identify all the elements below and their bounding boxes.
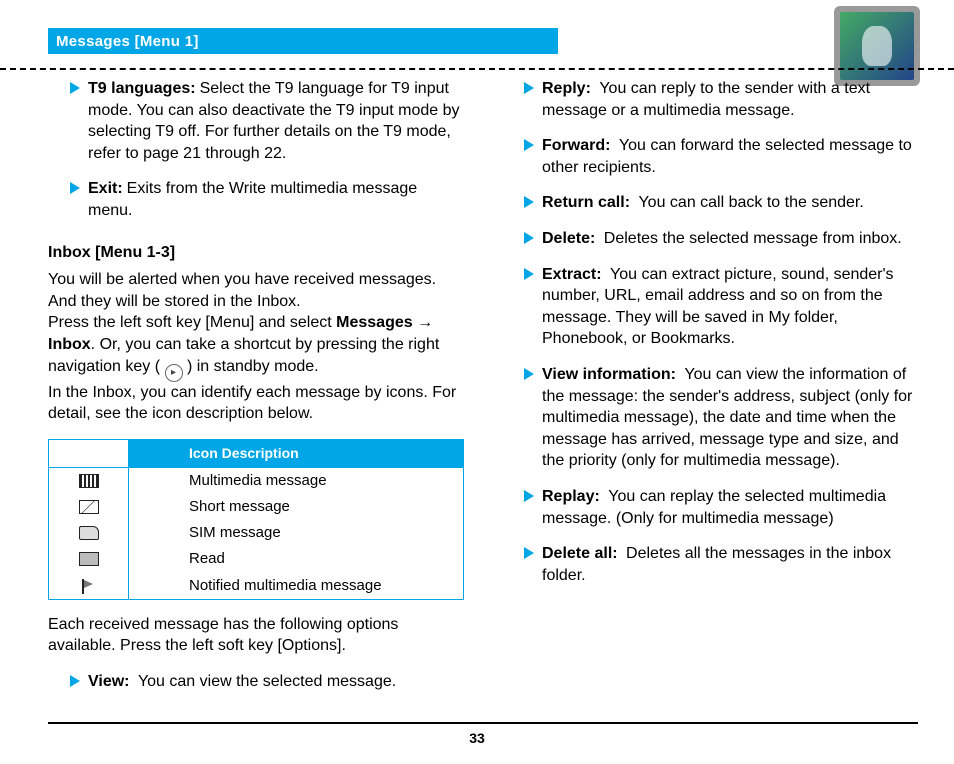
paragraph: You will be alerted when you have receiv… [48, 269, 464, 425]
bullet-icon [524, 268, 534, 280]
bullet-icon [524, 490, 534, 502]
bullet-icon [524, 368, 534, 380]
nav-right-icon: ▸ [165, 364, 183, 382]
item-text: You can call back to the sender. [638, 194, 863, 211]
inbox-heading: Inbox [Menu 1-3] [48, 242, 464, 264]
table-row: Short message [49, 494, 464, 520]
text: Press the left soft key [Menu] and selec… [48, 314, 336, 331]
table-row: Read [49, 546, 464, 572]
bullet-icon [70, 675, 80, 687]
icon-cell [49, 494, 129, 520]
item-lead: Return call: [542, 194, 634, 211]
desc-cell: Short message [129, 494, 464, 520]
item-text: You can view the selected message. [138, 673, 396, 690]
item-lead: View: [88, 673, 134, 690]
text: You will be alerted when you have receiv… [48, 271, 436, 310]
list-item: Return call: You can call back to the se… [502, 192, 918, 214]
icon-cell [49, 546, 129, 572]
desc-cell: Notified multimedia message [129, 573, 464, 600]
item-lead: Forward: [542, 137, 615, 154]
content-columns: T9 languages:Select the T9 language for … [48, 78, 918, 704]
bullet-icon [70, 182, 80, 194]
icon-cell [49, 520, 129, 546]
item-lead: Replay: [542, 488, 604, 505]
list-item: Replay: You can replay the selected mult… [502, 486, 918, 529]
item-lead: Reply: [542, 80, 595, 97]
table-header-icon: Icon [49, 439, 129, 467]
sim-icon [79, 526, 99, 540]
table-row: Multimedia message [49, 467, 464, 494]
item-lead: Extract: [542, 266, 606, 283]
item-lead: T9 languages: [88, 80, 196, 97]
page-number: 33 [0, 730, 954, 746]
list-item: Exit:Exits from the Write multimedia mes… [48, 178, 464, 221]
bullet-icon [524, 196, 534, 208]
item-text: Exits from the Write multimedia message … [88, 180, 417, 219]
desc-cell: SIM message [129, 520, 464, 546]
bold-text: Inbox [48, 336, 91, 353]
list-item: Delete all: Deletes all the messages in … [502, 543, 918, 586]
list-item: Delete: Deletes the selected message fro… [502, 228, 918, 250]
desc-cell: Read [129, 546, 464, 572]
list-item: View information: You can view the infor… [502, 364, 918, 472]
paragraph: Each received message has the following … [48, 614, 464, 657]
list-item: View: You can view the selected message. [48, 671, 464, 693]
icon-cell [49, 467, 129, 494]
icon-description-table: Icon Icon Description Multimedia message… [48, 439, 464, 600]
bullet-icon [524, 547, 534, 559]
footer-rule [48, 722, 918, 724]
film-icon [79, 474, 99, 488]
read-icon [79, 552, 99, 566]
env-icon [79, 500, 99, 514]
device-thumbnail [834, 6, 920, 86]
item-lead: Delete all: [542, 545, 622, 562]
table-row: SIM message [49, 520, 464, 546]
header-divider [0, 68, 954, 70]
item-lead: Exit: [88, 180, 123, 197]
item-text: Deletes the selected message from inbox. [604, 230, 902, 247]
text: In the Inbox, you can identify each mess… [48, 384, 456, 423]
bullet-icon [70, 82, 80, 94]
bold-text: Messages [336, 314, 413, 331]
flag-icon [79, 579, 99, 593]
section-header: Messages [Menu 1] [48, 28, 558, 54]
item-lead: Delete: [542, 230, 600, 247]
bullet-icon [524, 232, 534, 244]
desc-cell: Multimedia message [129, 467, 464, 494]
bullet-icon [524, 139, 534, 151]
icon-cell [49, 573, 129, 600]
table-row: Notified multimedia message [49, 573, 464, 600]
table-header-desc: Icon Description [129, 439, 464, 467]
list-item: Reply: You can reply to the sender with … [502, 78, 918, 121]
list-item: Extract: You can extract picture, sound,… [502, 264, 918, 350]
arrow-text: → [413, 314, 433, 331]
text: ) in standby mode. [183, 358, 319, 375]
list-item: T9 languages:Select the T9 language for … [48, 78, 464, 164]
item-lead: View information: [542, 366, 680, 383]
section-title: Messages [Menu 1] [56, 33, 199, 50]
bullet-icon [524, 82, 534, 94]
list-item: Forward: You can forward the selected me… [502, 135, 918, 178]
